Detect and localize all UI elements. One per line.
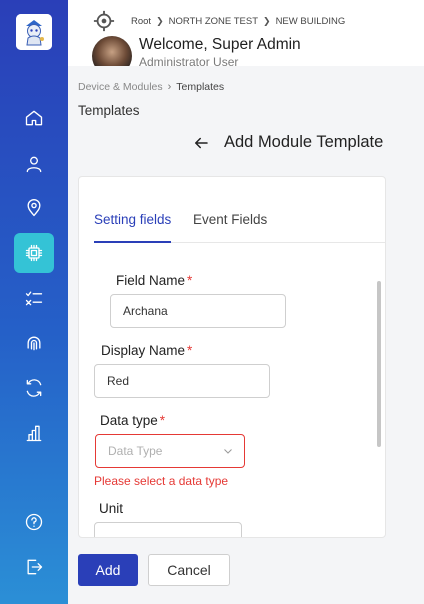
tab-bar: Setting fields Event Fields	[94, 211, 385, 243]
robot-mascot-logo	[16, 14, 52, 50]
user-icon	[26, 156, 42, 173]
refresh-icon	[26, 379, 42, 397]
unit-label: Unit	[99, 501, 124, 516]
sidebar-item-locations[interactable]	[14, 188, 54, 228]
location-pin-icon	[27, 199, 41, 217]
add-button[interactable]: Add	[78, 554, 138, 586]
chevron-right-icon: ❯	[263, 16, 271, 26]
chevron-right-icon: ›	[167, 81, 172, 93]
form-card: Setting fields Event Fields Field Name * …	[78, 176, 386, 538]
avatar[interactable]	[92, 36, 132, 66]
crumb-zone[interactable]: NORTH ZONE TEST	[169, 16, 258, 27]
crumb-building[interactable]: NEW BUILDING	[276, 16, 346, 27]
display-name-label: Display Name *	[101, 343, 192, 358]
sidebar-item-users[interactable]	[14, 144, 54, 184]
logout-icon	[27, 559, 43, 575]
app-logo[interactable]	[16, 14, 52, 50]
sidebar-item-devices[interactable]	[14, 233, 54, 273]
sidebar-item-sync[interactable]	[14, 368, 54, 408]
breadcrumb-current: Templates	[176, 81, 225, 93]
home-icon	[25, 110, 43, 126]
required-mark: *	[159, 413, 166, 428]
back-arrow-icon[interactable]	[192, 134, 210, 152]
breadcrumb: Device & Modules › Templates	[78, 81, 224, 93]
help-icon	[25, 513, 43, 531]
fingerprint-icon	[27, 336, 41, 351]
chip-icon	[25, 244, 43, 262]
crumb-root[interactable]: Root	[131, 16, 151, 27]
sidebar-item-help[interactable]	[14, 502, 54, 542]
field-name-label: Field Name *	[116, 273, 192, 288]
main-area: Root ❯ NORTH ZONE TEST ❯ NEW BUILDING We…	[68, 0, 424, 604]
data-type-label-text: Data type	[100, 413, 158, 428]
breadcrumb-parent[interactable]: Device & Modules	[78, 81, 163, 93]
field-name-input[interactable]: Archana	[110, 294, 286, 328]
display-name-input[interactable]: Red	[94, 364, 270, 398]
top-bar: Root ❯ NORTH ZONE TEST ❯ NEW BUILDING We…	[68, 0, 424, 66]
unit-input[interactable]	[94, 522, 242, 537]
location-breadcrumb: Root ❯ NORTH ZONE TEST ❯ NEW BUILDING	[131, 16, 345, 27]
display-name-label-text: Display Name	[101, 343, 186, 358]
bar-chart-icon	[26, 425, 42, 442]
checklist-icon	[25, 291, 43, 306]
required-mark: *	[187, 343, 193, 358]
data-type-placeholder: Data Type	[108, 444, 163, 458]
sidebar-item-tasks[interactable]	[14, 278, 54, 318]
sidebar	[0, 0, 68, 604]
crosshair-location-icon[interactable]	[93, 10, 115, 32]
data-type-select[interactable]: Data Type	[95, 434, 245, 468]
sidebar-item-home[interactable]	[14, 98, 54, 138]
page-title: Add Module Template	[224, 133, 384, 151]
section-title: Templates	[78, 103, 140, 118]
tab-setting-fields[interactable]: Setting fields	[94, 211, 172, 243]
tab-event-fields[interactable]: Event Fields	[193, 211, 267, 243]
scrollbar[interactable]	[377, 281, 381, 447]
sidebar-item-reports[interactable]	[14, 413, 54, 453]
user-role: Administrator User	[139, 55, 239, 66]
chevron-down-icon	[224, 449, 232, 454]
cancel-button[interactable]: Cancel	[148, 554, 230, 586]
data-type-label: Data type *	[100, 413, 165, 428]
sidebar-item-access[interactable]	[14, 323, 54, 363]
sidebar-item-logout[interactable]	[14, 547, 54, 587]
welcome-text: Welcome, Super Admin	[139, 36, 301, 53]
field-name-label-text: Field Name	[116, 273, 186, 288]
required-mark: *	[187, 273, 193, 288]
chevron-right-icon: ❯	[156, 16, 164, 26]
data-type-error: Please select a data type	[94, 474, 229, 488]
